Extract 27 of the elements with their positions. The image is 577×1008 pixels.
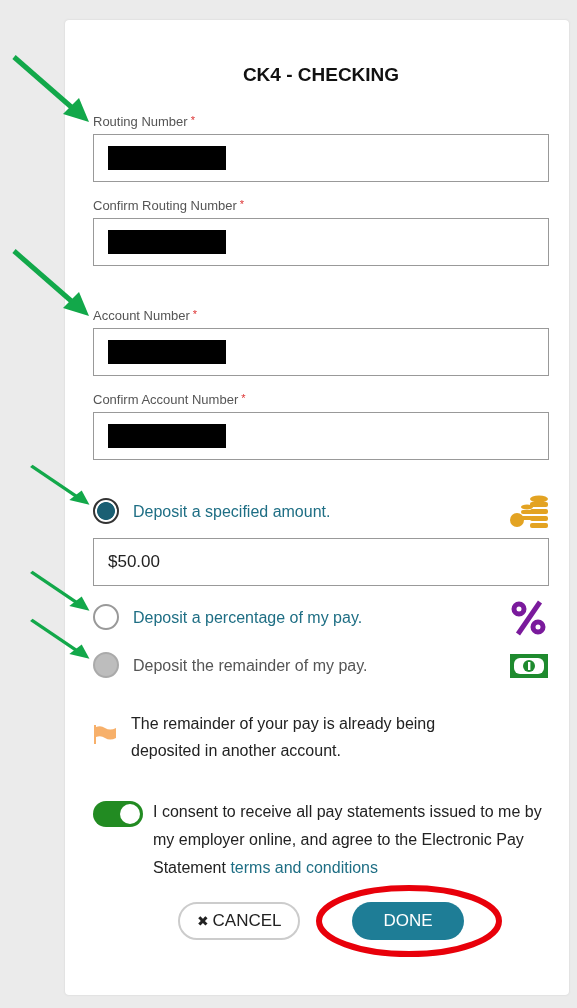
option-label[interactable]: Deposit a percentage of my pay.: [133, 609, 509, 627]
option-label[interactable]: Deposit a specified amount.: [133, 503, 509, 521]
field-label: Confirm Routing Number: [93, 198, 237, 213]
terms-link[interactable]: terms and conditions: [230, 859, 378, 876]
input-field[interactable]: [93, 134, 549, 182]
form-title: CK4 - CHECKING: [241, 64, 401, 86]
required-mark: *: [190, 114, 195, 128]
coins-icon: [509, 494, 549, 530]
required-mark: *: [192, 308, 198, 322]
done-button[interactable]: DONE: [352, 902, 464, 940]
amount-value: $50.00: [108, 552, 160, 572]
field-label: Account Number: [93, 308, 190, 323]
consent-toggle[interactable]: [93, 801, 143, 827]
consent-text: I consent to receive all pay statements issued to me by my employer online, and agree to the Electronic Pay Statement terms and conditions: [153, 802, 543, 878]
input-field[interactable]: [93, 328, 549, 376]
field-label: Confirm Account Number: [93, 392, 239, 407]
required-mark: *: [241, 392, 246, 406]
input-field[interactable]: [93, 412, 549, 460]
cancel-button[interactable]: ✖ CANCEL: [178, 902, 300, 940]
amount-field[interactable]: $50.00: [93, 538, 549, 586]
input-field[interactable]: [93, 218, 549, 266]
notice-text: The remainder of your pay is already being deposited in another account.: [131, 714, 437, 761]
radio-button[interactable]: [93, 604, 119, 630]
required-mark: *: [239, 198, 245, 212]
flag-icon: [93, 724, 117, 744]
radio-button[interactable]: [93, 498, 119, 524]
field-label: Routing Number: [93, 114, 188, 129]
